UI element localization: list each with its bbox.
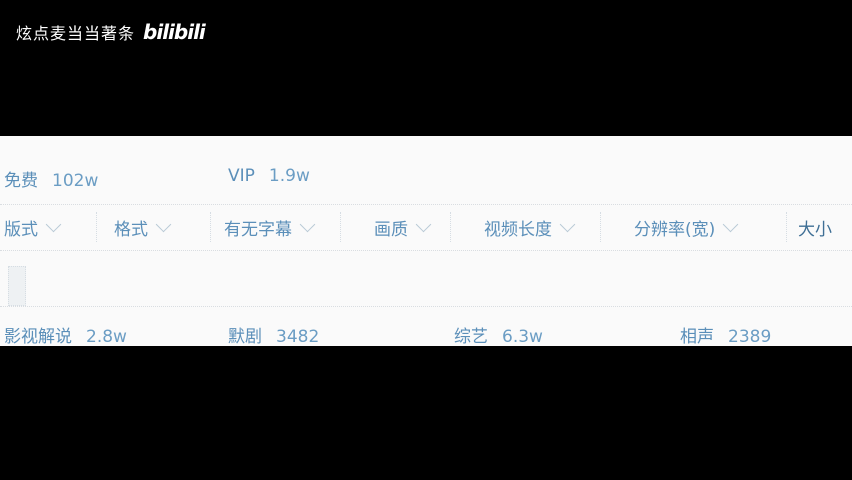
- divider: [450, 212, 452, 242]
- stat-label: 免费: [4, 171, 38, 191]
- filter-label: 版式: [4, 219, 38, 240]
- stat-film-commentary[interactable]: 影视解说 2.8w: [4, 322, 127, 346]
- divider: [0, 204, 852, 205]
- filter-layout[interactable]: 版式: [4, 208, 62, 246]
- filter-subtitles[interactable]: 有无字幕: [224, 208, 316, 246]
- filter-label: 视频长度: [484, 219, 552, 240]
- stat-vip[interactable]: VIP 1.9w: [228, 166, 310, 186]
- divider: [600, 212, 602, 242]
- stat-crosstalk[interactable]: 相声 2389: [680, 322, 771, 346]
- divider: [210, 212, 212, 242]
- placeholder-thumbnail: [8, 266, 26, 306]
- stat-label: 综艺: [454, 327, 488, 346]
- stat-label: 相声: [680, 327, 714, 346]
- chevron-down-icon: [559, 216, 576, 232]
- stat-label: VIP: [228, 166, 255, 186]
- stat-value: 102w: [52, 171, 99, 191]
- chevron-down-icon: [45, 216, 62, 232]
- filter-panel: 免费 102w VIP 1.9w 版式 格式 有无字幕 画质 视频长度 分辨率(…: [0, 136, 852, 346]
- watermark-text: 炫点麦当当著条: [16, 24, 136, 43]
- stat-free[interactable]: 免费 102w: [4, 166, 98, 191]
- stat-mime[interactable]: 默剧 3482: [228, 322, 319, 346]
- stat-value: 3482: [276, 327, 320, 346]
- stat-label: 默剧: [228, 327, 262, 346]
- filter-label: 有无字幕: [224, 219, 292, 240]
- bilibili-logo: bilibili: [143, 20, 206, 44]
- filter-duration[interactable]: 视频长度: [484, 208, 576, 246]
- filter-quality[interactable]: 画质: [374, 208, 432, 246]
- divider: [786, 212, 788, 242]
- divider: [96, 212, 98, 242]
- stat-variety[interactable]: 综艺 6.3w: [454, 322, 543, 346]
- watermark: 炫点麦当当著条 bilibili: [16, 20, 206, 44]
- chevron-down-icon: [155, 216, 172, 232]
- filter-size[interactable]: 大小: [798, 208, 832, 246]
- stat-label: 影视解说: [4, 327, 72, 346]
- filter-format[interactable]: 格式: [114, 208, 172, 246]
- divider: [0, 306, 852, 307]
- stat-value: 2.8w: [86, 327, 127, 346]
- divider: [340, 212, 342, 242]
- filter-bar: 版式 格式 有无字幕 画质 视频长度 分辨率(宽) 大小: [0, 208, 852, 248]
- filter-label: 格式: [114, 219, 148, 240]
- chevron-down-icon: [415, 216, 432, 232]
- chevron-down-icon: [299, 216, 316, 232]
- filter-label: 分辨率(宽): [634, 219, 716, 240]
- filter-label: 大小: [798, 219, 832, 240]
- filter-label: 画质: [374, 219, 408, 240]
- stat-value: 6.3w: [502, 327, 543, 346]
- divider: [0, 250, 852, 251]
- stat-value: 1.9w: [268, 166, 310, 186]
- stat-value: 2389: [728, 327, 772, 346]
- filter-resolution[interactable]: 分辨率(宽): [634, 208, 739, 246]
- chevron-down-icon: [722, 216, 739, 232]
